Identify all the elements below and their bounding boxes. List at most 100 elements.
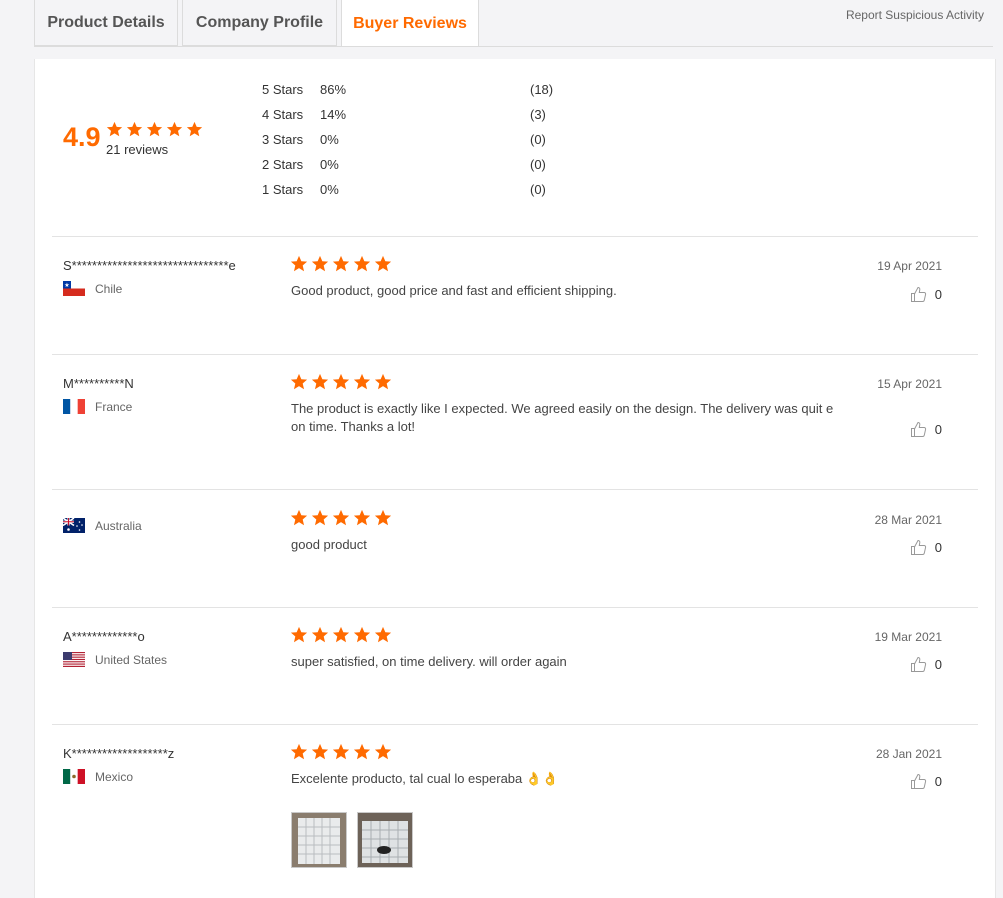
tile-photo-image [292,813,346,867]
report-suspicious-activity-link[interactable]: Report Suspicious Activity [846,8,984,22]
star-icon [353,509,371,526]
country-name: United States [95,652,168,667]
star-icon [332,255,350,272]
tab-buyer-reviews[interactable]: Buyer Reviews [341,0,479,47]
review-text: The product is exactly like I expected. … [291,401,834,434]
france-flag-icon [63,399,85,414]
review-photo-thumbnail[interactable] [357,812,413,868]
helpful-button[interactable]: 0 [910,286,942,303]
average-score: 4.9 [63,122,101,152]
star-icon [332,743,350,760]
tab-company-profile[interactable]: Company Profile [182,0,337,46]
australia-flag-icon [63,518,85,533]
star-icon [290,255,308,272]
distribution-row: 1 Stars 0% (0) [262,182,562,198]
review-count: 21 reviews [106,142,169,157]
like-count: 0 [934,540,942,555]
distribution-label: 5 Stars [262,82,304,97]
review-date: 15 Apr 2021 [877,377,942,391]
review-text: Excelente producto, tal cual lo esperaba… [291,771,559,786]
star-icon [290,743,308,760]
tab-product-details[interactable]: Product Details [34,0,178,46]
star-icon [290,373,308,390]
star-icon [332,626,350,643]
country-name: France [95,399,133,414]
country-name: Australia [95,518,142,533]
star-icon [126,121,143,137]
review-star-rating [290,743,395,766]
star-icon [353,255,371,272]
like-count: 0 [934,657,942,672]
star-icon [332,373,350,390]
like-count: 0 [934,422,942,437]
review-photo-thumbnail[interactable] [291,812,347,868]
review-star-rating [290,373,395,396]
distribution-percent: 14% [320,107,347,122]
reviewer-country: Mexico [63,769,133,784]
thumbs-up-icon [910,421,926,437]
review-date: 28 Jan 2021 [875,747,942,761]
star-icon [186,121,203,137]
distribution-percent: 0% [320,182,339,197]
helpful-button[interactable]: 0 [910,773,942,790]
thumbs-up-icon [910,539,926,555]
like-count: 0 [934,287,942,302]
distribution-label: 2 Stars [262,157,304,172]
like-count: 0 [934,774,942,789]
star-icon [374,373,392,390]
star-icon [106,121,123,137]
star-icon [353,743,371,760]
review-date: 19 Apr 2021 [877,259,942,273]
review-star-rating [290,255,395,278]
distribution-label: 4 Stars [262,107,304,122]
review-text: super satisfied, on time delivery. will … [291,654,567,669]
mexico-flag-icon [63,769,85,784]
distribution-row: 4 Stars 14% (3) [262,107,562,123]
reviewer-name: A*************o [63,629,145,644]
star-icon [311,509,329,526]
review-date: 19 Mar 2021 [874,630,942,644]
tile-photo-image [358,813,412,867]
star-icon [290,626,308,643]
helpful-button[interactable]: 0 [910,421,942,438]
reviewer-country: France [63,399,132,414]
thumbs-up-icon [910,773,926,789]
distribution-percent: 86% [320,82,347,97]
distribution-label: 1 Stars [262,182,304,197]
country-name: Chile [95,281,123,296]
chile-flag-icon: ★ [63,281,85,296]
tab-bar: Product Details Company Profile Buyer Re… [34,0,483,47]
reviewer-country: Australia [63,518,142,533]
divider [52,236,978,237]
star-icon [290,509,308,526]
star-icon [146,121,163,137]
distribution-count: (3) [530,107,546,122]
distribution-percent: 0% [320,157,339,172]
divider [52,607,978,608]
review-date: 28 Mar 2021 [874,513,942,527]
helpful-button[interactable]: 0 [910,539,942,556]
star-icon [332,509,350,526]
reviewer-country: United States [63,652,167,667]
divider [52,489,978,490]
star-icon [353,373,371,390]
distribution-count: (18) [530,82,554,97]
divider [52,724,978,725]
star-icon [311,626,329,643]
helpful-button[interactable]: 0 [910,656,942,673]
review-star-rating [290,509,395,532]
country-name: Mexico [95,769,134,784]
star-icon [374,743,392,760]
distribution-count: (0) [530,157,546,172]
svg-text:★: ★ [64,282,69,289]
distribution-label: 3 Stars [262,132,304,147]
distribution-row: 2 Stars 0% (0) [262,157,562,173]
reviewer-name: S*******************************e [63,258,236,273]
distribution-percent: 0% [320,132,339,147]
summary-star-rating [106,121,206,143]
reviewer-name: K*******************z [63,746,175,761]
review-text: good product [291,537,367,552]
thumbs-up-icon [910,656,926,672]
tab-divider [34,46,993,47]
star-icon [311,743,329,760]
